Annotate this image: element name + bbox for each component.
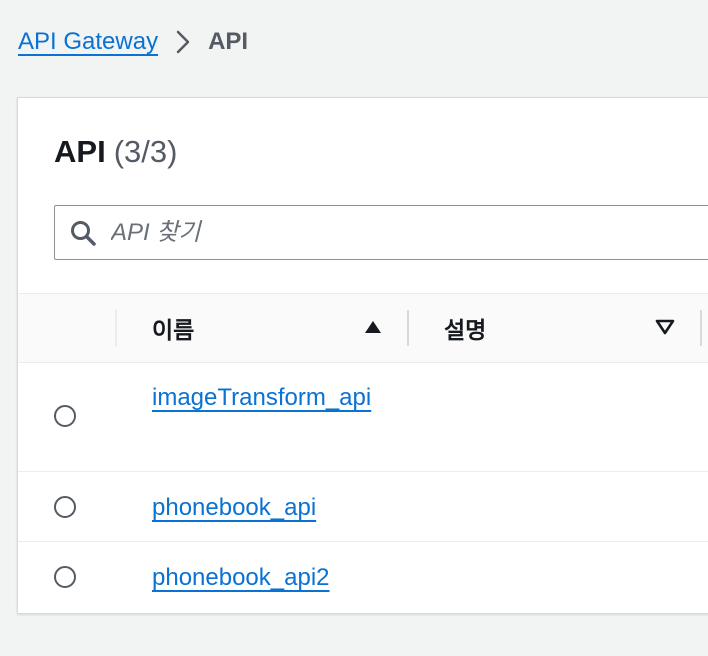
column-divider[interactable] <box>407 310 409 346</box>
search-input[interactable] <box>109 217 673 248</box>
api-name-link[interactable]: imageTransform_api <box>152 378 372 418</box>
row-select-radio[interactable] <box>54 566 76 588</box>
panel-title-text: API <box>54 134 106 169</box>
table-row[interactable]: phonebook_api2 <box>18 542 708 612</box>
breadcrumb-current: API <box>208 28 249 55</box>
sort-ascending-icon[interactable] <box>363 318 383 341</box>
breadcrumb: API Gateway API <box>18 26 248 58</box>
search-field[interactable] <box>54 205 708 260</box>
api-list-panel: API(3/3) 이름 설명 imageTransform_api phoneb… <box>17 97 708 614</box>
breadcrumb-link-api-gateway[interactable]: API Gateway <box>18 28 158 56</box>
column-divider <box>115 310 117 346</box>
panel-title: API (3/3) <box>54 134 177 170</box>
panel-count: (3/3) <box>113 134 178 169</box>
column-divider[interactable] <box>700 310 702 346</box>
table-header: 이름 설명 <box>18 293 708 363</box>
column-header-name[interactable]: 이름 <box>152 294 194 362</box>
chevron-right-icon <box>176 30 190 54</box>
api-name-link[interactable]: phonebook_api <box>152 488 372 528</box>
table-row[interactable]: phonebook_api <box>18 472 708 542</box>
sort-descending-icon[interactable] <box>655 318 675 341</box>
column-header-description[interactable]: 설명 <box>444 294 486 362</box>
table-row[interactable]: imageTransform_api <box>18 362 708 472</box>
api-name-link[interactable]: phonebook_api2 <box>152 558 372 598</box>
row-select-radio[interactable] <box>54 496 76 518</box>
row-select-radio[interactable] <box>54 405 76 427</box>
search-icon <box>69 219 97 247</box>
